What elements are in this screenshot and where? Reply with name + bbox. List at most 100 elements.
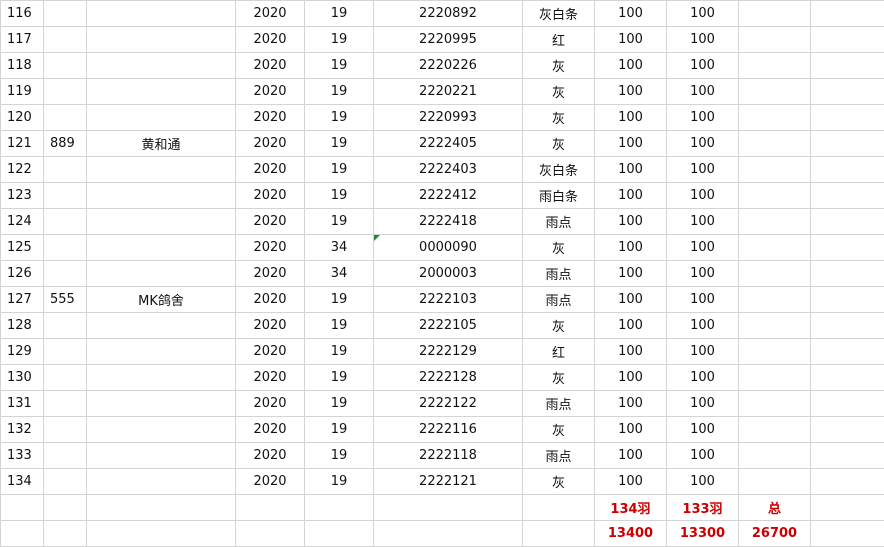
amount-b-cell[interactable]: 100: [666, 286, 739, 313]
amount-a-cell[interactable]: 100: [594, 26, 667, 53]
amount-a-cell[interactable]: 100: [594, 390, 667, 417]
summary-value-cell[interactable]: 26700: [738, 520, 811, 547]
ring-prefix-cell[interactable]: 19: [304, 26, 374, 53]
loft-name-cell[interactable]: [86, 156, 236, 183]
loft-name-cell[interactable]: [86, 234, 236, 261]
blank-cell[interactable]: [235, 494, 305, 521]
feather-color-cell[interactable]: 灰: [522, 130, 595, 157]
row-number-cell[interactable]: 119: [0, 78, 44, 105]
blank-cell[interactable]: [810, 390, 884, 417]
year-cell[interactable]: 2020: [235, 286, 305, 313]
ring-number-cell[interactable]: 2222418: [373, 208, 523, 235]
year-cell[interactable]: 2020: [235, 130, 305, 157]
ring-number-cell[interactable]: 2222412: [373, 182, 523, 209]
blank-cell[interactable]: [86, 494, 236, 521]
row-number-cell[interactable]: 128: [0, 312, 44, 339]
feather-color-cell[interactable]: 雨点: [522, 390, 595, 417]
ring-number-cell[interactable]: 2222116: [373, 416, 523, 443]
ring-prefix-cell[interactable]: 19: [304, 442, 374, 469]
amount-a-cell[interactable]: 100: [594, 182, 667, 209]
blank-cell[interactable]: [810, 364, 884, 391]
blank-cell[interactable]: [810, 494, 884, 521]
ring-prefix-cell[interactable]: 19: [304, 338, 374, 365]
loft-name-cell[interactable]: [86, 208, 236, 235]
row-number-cell[interactable]: 126: [0, 260, 44, 287]
member-code-cell[interactable]: [43, 364, 87, 391]
blank-cell[interactable]: [43, 520, 87, 547]
member-code-cell[interactable]: [43, 312, 87, 339]
year-cell[interactable]: 2020: [235, 416, 305, 443]
member-code-cell[interactable]: [43, 26, 87, 53]
blank-cell[interactable]: [810, 208, 884, 235]
loft-name-cell[interactable]: [86, 0, 236, 27]
summary-value-cell[interactable]: 13400: [594, 520, 667, 547]
amount-b-cell[interactable]: 100: [666, 130, 739, 157]
member-code-cell[interactable]: [43, 182, 87, 209]
row-number-cell[interactable]: 124: [0, 208, 44, 235]
feather-color-cell[interactable]: 灰: [522, 312, 595, 339]
amount-a-cell[interactable]: 100: [594, 260, 667, 287]
loft-name-cell[interactable]: [86, 442, 236, 469]
feather-color-cell[interactable]: 红: [522, 26, 595, 53]
year-cell[interactable]: 2020: [235, 26, 305, 53]
loft-name-cell[interactable]: [86, 416, 236, 443]
amount-b-cell[interactable]: 100: [666, 390, 739, 417]
ring-prefix-cell[interactable]: 19: [304, 390, 374, 417]
ring-number-cell[interactable]: 2222129: [373, 338, 523, 365]
row-number-cell[interactable]: 130: [0, 364, 44, 391]
ring-prefix-cell[interactable]: 19: [304, 208, 374, 235]
ring-prefix-cell[interactable]: 19: [304, 286, 374, 313]
blank-cell[interactable]: [738, 338, 811, 365]
row-number-cell[interactable]: 118: [0, 52, 44, 79]
amount-a-cell[interactable]: 100: [594, 234, 667, 261]
member-code-cell[interactable]: 889: [43, 130, 87, 157]
blank-cell[interactable]: [304, 520, 374, 547]
amount-b-cell[interactable]: 100: [666, 208, 739, 235]
ring-number-cell[interactable]: 2220892: [373, 0, 523, 27]
amount-a-cell[interactable]: 100: [594, 156, 667, 183]
feather-color-cell[interactable]: 灰: [522, 234, 595, 261]
blank-cell[interactable]: [810, 312, 884, 339]
row-number-cell[interactable]: 122: [0, 156, 44, 183]
blank-cell[interactable]: [810, 104, 884, 131]
ring-number-cell[interactable]: 2222122: [373, 390, 523, 417]
blank-cell[interactable]: [738, 416, 811, 443]
blank-cell[interactable]: [810, 52, 884, 79]
blank-cell[interactable]: [738, 52, 811, 79]
ring-prefix-cell[interactable]: 19: [304, 104, 374, 131]
ring-number-cell[interactable]: 2222118: [373, 442, 523, 469]
loft-name-cell[interactable]: [86, 260, 236, 287]
loft-name-cell[interactable]: [86, 52, 236, 79]
amount-a-cell[interactable]: 100: [594, 338, 667, 365]
member-code-cell[interactable]: [43, 52, 87, 79]
feather-color-cell[interactable]: 雨白条: [522, 182, 595, 209]
blank-cell[interactable]: [738, 442, 811, 469]
year-cell[interactable]: 2020: [235, 234, 305, 261]
ring-prefix-cell[interactable]: 34: [304, 260, 374, 287]
amount-b-cell[interactable]: 100: [666, 104, 739, 131]
member-code-cell[interactable]: [43, 156, 87, 183]
member-code-cell[interactable]: [43, 338, 87, 365]
amount-a-cell[interactable]: 100: [594, 52, 667, 79]
blank-cell[interactable]: [810, 416, 884, 443]
year-cell[interactable]: 2020: [235, 312, 305, 339]
ring-prefix-cell[interactable]: 19: [304, 78, 374, 105]
blank-cell[interactable]: [43, 494, 87, 521]
blank-cell[interactable]: [810, 78, 884, 105]
amount-b-cell[interactable]: 100: [666, 234, 739, 261]
amount-b-cell[interactable]: 100: [666, 78, 739, 105]
ring-prefix-cell[interactable]: 19: [304, 468, 374, 495]
loft-name-cell[interactable]: [86, 182, 236, 209]
blank-cell[interactable]: [738, 208, 811, 235]
blank-cell[interactable]: [738, 0, 811, 27]
blank-cell[interactable]: [810, 234, 884, 261]
ring-number-cell[interactable]: 2222105: [373, 312, 523, 339]
row-number-cell[interactable]: 116: [0, 0, 44, 27]
ring-prefix-cell[interactable]: 19: [304, 52, 374, 79]
amount-a-cell[interactable]: 100: [594, 416, 667, 443]
row-number-cell[interactable]: 134: [0, 468, 44, 495]
row-number-cell[interactable]: 117: [0, 26, 44, 53]
feather-color-cell[interactable]: 雨点: [522, 260, 595, 287]
blank-cell[interactable]: [738, 156, 811, 183]
feather-color-cell[interactable]: 雨点: [522, 442, 595, 469]
